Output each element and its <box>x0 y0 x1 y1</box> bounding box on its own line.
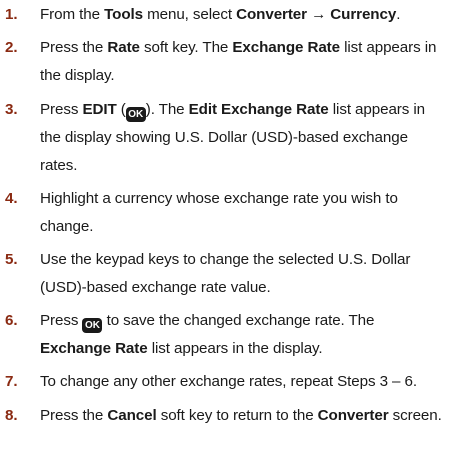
menu-path: Converter → Currency <box>236 6 397 23</box>
step-number: 7. <box>5 373 18 390</box>
text: ( <box>116 101 126 118</box>
soft-key-name: Cancel <box>107 407 157 424</box>
step-line: rates. <box>40 157 78 174</box>
step-text: From the Tools menu, select Converter → … <box>40 1 467 29</box>
step-line: From the Tools menu, select Converter → … <box>40 1 467 29</box>
ok-key-icon: OK <box>82 318 103 333</box>
text: . <box>396 6 401 23</box>
step-line: Press the Cancel soft key to return to t… <box>40 402 467 430</box>
list-name: Exchange Rate <box>40 340 148 357</box>
list-name: Edit Exchange Rate <box>188 101 329 118</box>
text: list appears in <box>328 101 425 118</box>
text: From the <box>40 6 105 23</box>
text: list appears in <box>339 39 437 56</box>
screen-name: Converter <box>317 407 389 424</box>
step-number: 2. <box>5 39 18 56</box>
step-number: 5. <box>5 251 18 268</box>
step-line: (USD)-based exchange rate value. <box>40 279 271 296</box>
text: ). The <box>145 101 189 118</box>
step-number: 8. <box>5 407 18 424</box>
key-name: EDIT <box>82 101 117 118</box>
step-text: Press the Rate soft key. The Exchange Ra… <box>40 34 467 90</box>
step-line: the display. <box>40 67 115 84</box>
step-text: Highlight a currency whose exchange rate… <box>40 185 467 241</box>
step-line: Press OK to save the changed exchange ra… <box>40 307 467 335</box>
step-text: Press OK to save the changed exchange ra… <box>40 307 467 363</box>
step-line: change. <box>40 218 94 235</box>
text: Press <box>40 101 83 118</box>
step-text: To change any other exchange rates, repe… <box>40 368 467 396</box>
text: Press <box>40 312 83 329</box>
step-line: To change any other exchange rates, repe… <box>40 373 417 390</box>
step-number: 4. <box>5 190 18 207</box>
list-name: Exchange Rate <box>232 39 340 56</box>
text: to save the changed exchange rate. The <box>102 312 375 329</box>
text: Press the <box>40 39 108 56</box>
step-number: 1. <box>5 6 18 23</box>
step-text: Press EDIT (OK). The Edit Exchange Rate … <box>40 96 467 180</box>
text: list appears in the display. <box>147 340 323 357</box>
menu-name: Tools <box>104 6 143 23</box>
ok-key-icon: OK <box>125 107 146 122</box>
text: soft key to return to the <box>156 407 318 424</box>
text: soft key. The <box>139 39 233 56</box>
text: menu, select <box>142 6 237 23</box>
step-line: Press the Rate soft key. The Exchange Ra… <box>40 34 467 62</box>
step-line: Exchange Rate list appears in the displa… <box>40 335 467 363</box>
step-line: Press EDIT (OK). The Edit Exchange Rate … <box>40 96 467 124</box>
step-number: 6. <box>5 312 18 329</box>
step-text: Press the Cancel soft key to return to t… <box>40 402 467 430</box>
step-line: Highlight a currency whose exchange rate… <box>40 190 398 207</box>
step-text: Use the keypad keys to change the select… <box>40 246 467 302</box>
step-line: the display showing U.S. Dollar (USD)-ba… <box>40 129 408 146</box>
step-number: 3. <box>5 101 18 118</box>
text: screen. <box>388 407 442 424</box>
text: Press the <box>40 407 108 424</box>
step-line: Use the keypad keys to change the select… <box>40 251 411 268</box>
soft-key-name: Rate <box>107 39 140 56</box>
